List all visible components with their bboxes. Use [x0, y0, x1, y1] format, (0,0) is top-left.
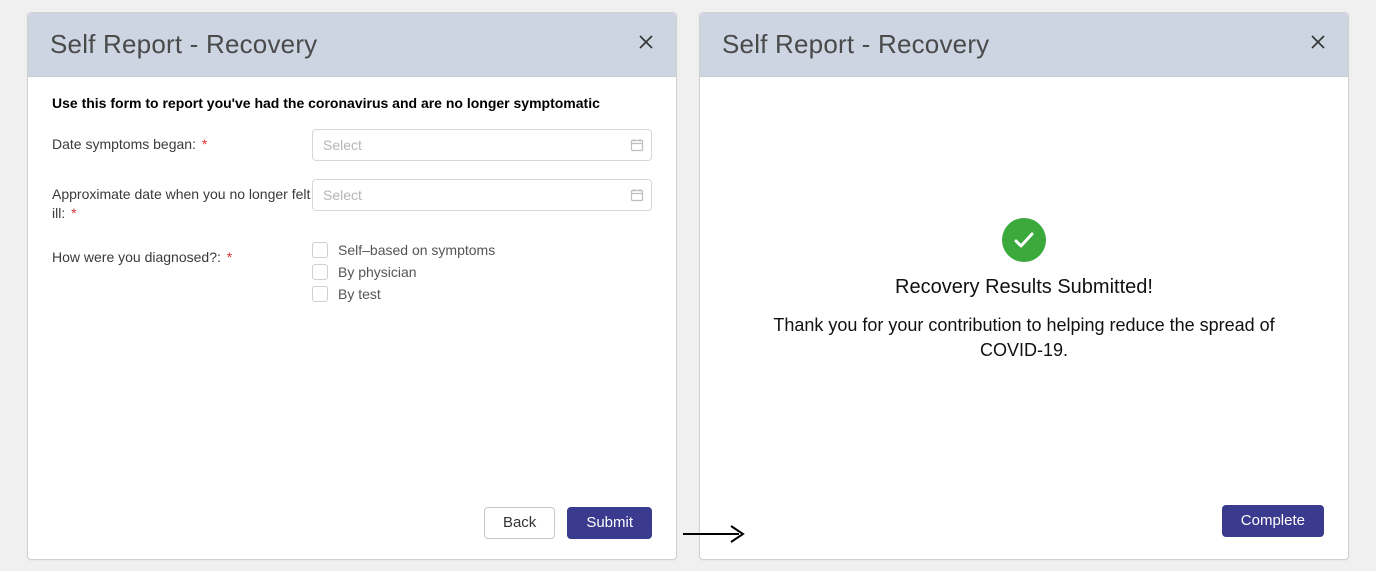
complete-button[interactable]: Complete — [1222, 505, 1324, 537]
close-button[interactable] — [1304, 30, 1332, 58]
checkbox-row: By physician — [312, 264, 652, 280]
success-text: Thank you for your contribution to helpi… — [760, 313, 1288, 363]
form-panel: Self Report - Recovery Use this form to … — [27, 12, 677, 560]
field-row-symptoms-began: Date symptoms began: * — [52, 129, 652, 161]
form-instructions: Use this form to report you've had the c… — [52, 95, 652, 111]
checkbox-physician[interactable] — [312, 264, 328, 280]
close-button[interactable] — [632, 30, 660, 58]
back-button[interactable]: Back — [484, 507, 555, 539]
field-label: How were you diagnosed?: * — [52, 242, 312, 268]
checkbox-test[interactable] — [312, 286, 328, 302]
field-label: Approximate date when you no longer felt… — [52, 179, 312, 224]
close-icon — [638, 34, 654, 55]
field-label: Date symptoms began: * — [52, 129, 312, 155]
checkbox-row: Self–based on symptoms — [312, 242, 652, 258]
field-row-diagnosed: How were you diagnosed?: * Self–based on… — [52, 242, 652, 308]
field-row-no-longer-ill: Approximate date when you no longer felt… — [52, 179, 652, 224]
required-marker: * — [227, 249, 232, 265]
checkbox-label: By test — [338, 286, 381, 302]
success-body: Recovery Results Submitted! Thank you fo… — [700, 77, 1348, 505]
confirmation-panel: Self Report - Recovery Recovery Results … — [699, 12, 1349, 560]
panel-header: Self Report - Recovery — [28, 13, 676, 77]
required-marker: * — [71, 205, 76, 221]
panel-footer: Complete — [700, 505, 1348, 559]
checkbox-self[interactable] — [312, 242, 328, 258]
checkbox-row: By test — [312, 286, 652, 302]
diagnosed-options: Self–based on symptoms By physician By t… — [312, 242, 652, 308]
panel-header: Self Report - Recovery — [700, 13, 1348, 77]
checkbox-label: By physician — [338, 264, 417, 280]
panel-title: Self Report - Recovery — [50, 29, 317, 60]
panel-body: Use this form to report you've had the c… — [28, 77, 676, 559]
submit-button[interactable]: Submit — [567, 507, 652, 539]
success-title: Recovery Results Submitted! — [895, 276, 1153, 299]
required-marker: * — [202, 136, 207, 152]
date-input-no-longer-ill — [312, 179, 652, 211]
success-check-icon — [1002, 218, 1046, 262]
panel-footer: Back Submit — [52, 507, 652, 541]
date-input-symptoms-began — [312, 129, 652, 161]
checkbox-label: Self–based on symptoms — [338, 242, 495, 258]
symptoms-began-input[interactable] — [312, 129, 652, 161]
no-longer-ill-input[interactable] — [312, 179, 652, 211]
panel-title: Self Report - Recovery — [722, 29, 989, 60]
close-icon — [1310, 34, 1326, 55]
